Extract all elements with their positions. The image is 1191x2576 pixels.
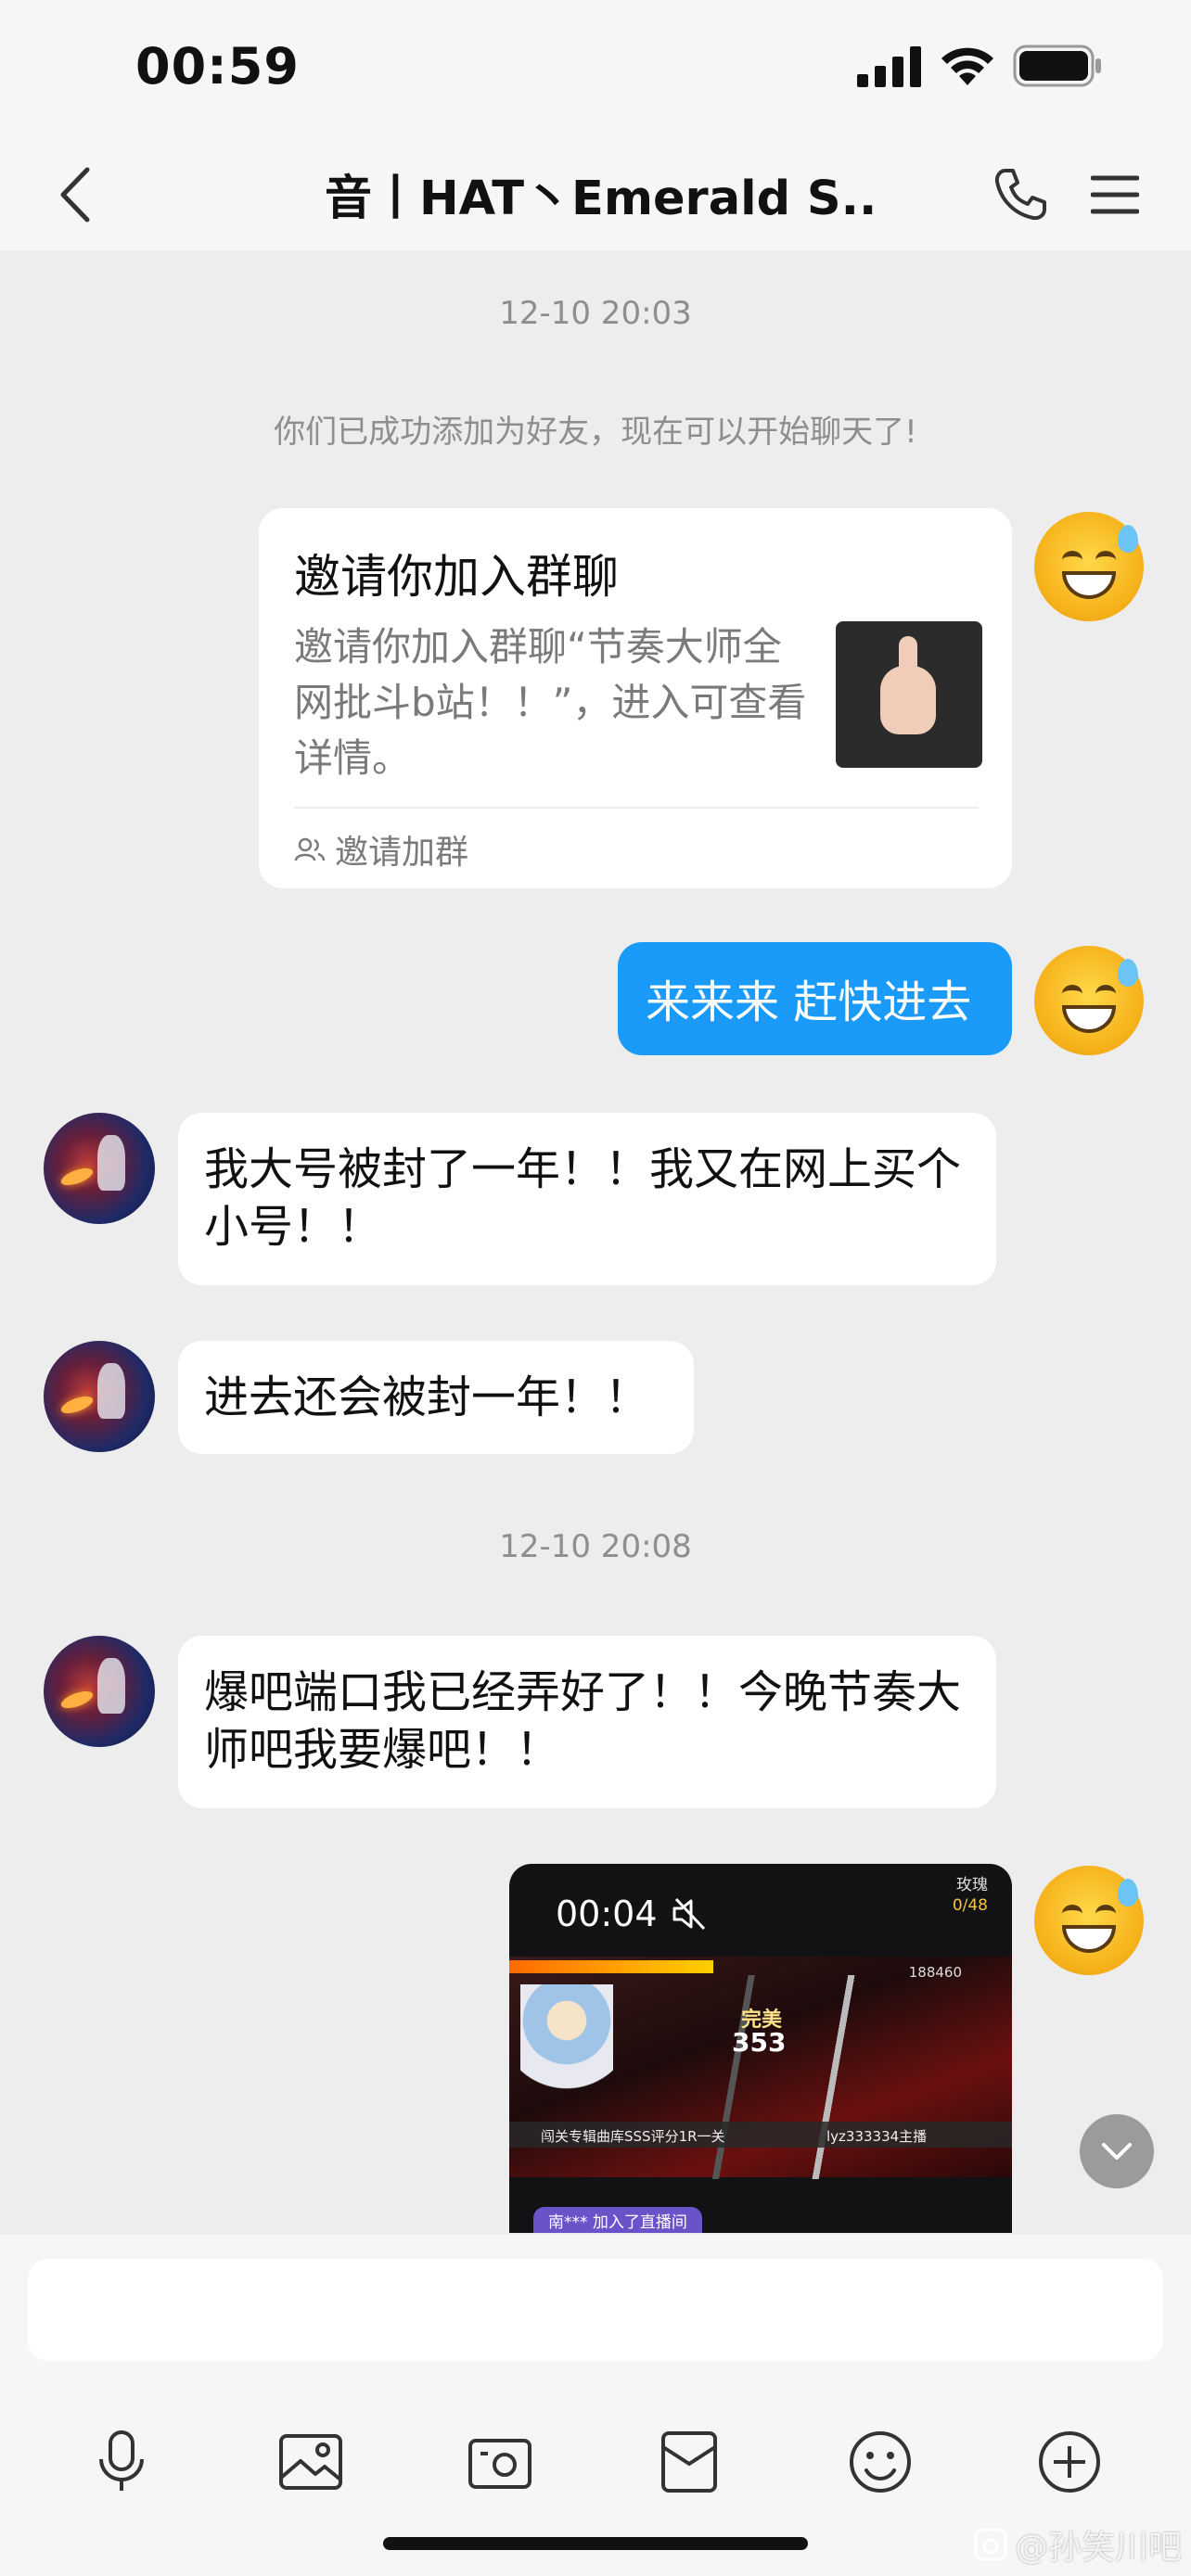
avatar-sweat (1118, 1879, 1138, 1906)
status-icons (857, 45, 1102, 87)
invite-footer: 邀请加群 (294, 825, 468, 874)
menu-button[interactable] (1078, 158, 1152, 232)
muted-speaker-icon[interactable] (671, 1897, 708, 1931)
watermark: @孙笑川吧 (974, 2520, 1182, 2569)
avatar-mouth (1062, 1925, 1116, 1953)
video-banner-left: 闯关专辑曲库SSS评分1R一关 (541, 2128, 725, 2145)
battery-icon (1013, 45, 1101, 87)
my-avatar[interactable] (1034, 946, 1144, 1055)
video-rose-counter: 玫瑰 0/48 (953, 1875, 988, 1916)
contact-avatar[interactable] (44, 1113, 155, 1224)
message-bubble-received[interactable]: 进去还会被封一年！！ (178, 1341, 694, 1454)
video-duration-row: 00:04 (556, 1894, 708, 1934)
avatar-mouth (1062, 571, 1116, 599)
microphone-icon (99, 2430, 144, 2491)
plus-circle-icon (1039, 2431, 1100, 2493)
watermark-text: @孙笑川吧 (1015, 2529, 1183, 2567)
avatar-flash (58, 1688, 96, 1712)
group-invite-card[interactable]: 邀请你加入群聊 邀请你加入群聊“节奏大师全网批斗b站！！”，进入可查看详情。 邀… (259, 508, 1012, 888)
video-banner-right: lyz333334主播 (826, 2128, 928, 2145)
scroll-to-bottom-button[interactable] (1080, 2114, 1154, 2188)
chat-header: 音丨HAT丶Emerald S... (0, 139, 1191, 250)
avatar-eye (1062, 1905, 1082, 1923)
avatar-sweat (1118, 959, 1138, 987)
image-icon (279, 2434, 342, 2490)
avatar-eye (1095, 551, 1116, 569)
video-combo: 353 (732, 2027, 787, 2058)
wifi-icon (941, 47, 993, 85)
chat-title: 音丨HAT丶Emerald S... (325, 172, 881, 226)
thumbnail-hand (880, 666, 936, 734)
emoji-button[interactable] (839, 2420, 922, 2504)
my-avatar[interactable] (1034, 1866, 1144, 1975)
timestamp: 12-10 20:08 (499, 1528, 692, 1565)
contact-avatar[interactable] (44, 1636, 155, 1747)
video-rose-label: 玫瑰 (956, 1876, 988, 1894)
status-time: 00:59 (135, 37, 300, 96)
contact-avatar[interactable] (44, 1341, 155, 1452)
video-rose-count: 0/48 (952, 1896, 988, 1915)
voice-button[interactable] (80, 2420, 163, 2504)
camera-button[interactable] (458, 2420, 542, 2504)
video-character (520, 1984, 613, 2105)
my-avatar[interactable] (1034, 512, 1144, 621)
smiley-icon (850, 2431, 911, 2493)
divider (294, 807, 979, 809)
status-bar: 00:59 (0, 0, 1191, 139)
avatar-figure (97, 1135, 125, 1191)
message-bubble-received[interactable]: 我大号被封了一年！！我又在网上买个小号！！ (178, 1113, 996, 1285)
back-button[interactable] (37, 158, 111, 232)
red-packet-button[interactable] (647, 2420, 731, 2504)
photo-button[interactable] (269, 2420, 352, 2504)
phone-icon (994, 169, 1046, 221)
input-toolbar (0, 2420, 1191, 2513)
home-indicator[interactable] (383, 2537, 808, 2550)
avatar-figure (97, 1363, 125, 1419)
group-icon (294, 837, 326, 861)
avatar-eye (1095, 1905, 1116, 1923)
avatar-sweat (1118, 525, 1138, 553)
invite-footer-label: 邀请加群 (335, 834, 469, 872)
menu-icon (1091, 175, 1139, 214)
invite-description: 邀请你加入群聊“节奏大师全网批斗b站！！”，进入可查看详情。 (294, 624, 807, 781)
cellular-signal-icon (857, 46, 921, 87)
chevron-left-icon (60, 167, 90, 223)
system-message: 你们已成功添加为好友，现在可以开始聊天了! (274, 414, 917, 451)
red-packet-icon (661, 2431, 717, 2493)
timestamp: 12-10 20:03 (499, 295, 692, 332)
call-button[interactable] (983, 158, 1057, 232)
weibo-icon (974, 2528, 1007, 2561)
video-frame: 188460 完美 353 闯关专辑曲库SSS评分1R一关 lyz333334主… (509, 1957, 1012, 2179)
video-message[interactable]: 00:04 玫瑰 0/48 188460 完美 353 闯关专辑曲库SSS评分1… (509, 1864, 1012, 2233)
more-button[interactable] (1028, 2420, 1111, 2504)
avatar-flash (58, 1393, 96, 1417)
video-duration: 00:04 (556, 1894, 658, 1934)
video-ticker: 南*** 加入了直播间 (533, 2207, 702, 2233)
avatar-eye (1095, 985, 1116, 1003)
camera-icon (468, 2439, 531, 2489)
video-lanes (648, 1975, 945, 2179)
message-bubble-received[interactable]: 爆吧端口我已经弄好了！！今晚节奏大师吧我要爆吧！！ (178, 1636, 996, 1808)
avatar-eye (1062, 985, 1082, 1003)
video-banner: 闯关专辑曲库SSS评分1R一关 lyz333334主播 (509, 2122, 1012, 2148)
chevron-down-icon (1102, 2143, 1132, 2160)
invite-thumbnail (836, 621, 982, 768)
avatar-flash (58, 1165, 96, 1189)
avatar-figure (97, 1658, 125, 1714)
video-hp-bar (509, 1960, 713, 1973)
invite-title: 邀请你加入群聊 (294, 550, 619, 604)
message-input[interactable] (28, 2259, 1163, 2361)
avatar-mouth (1062, 1005, 1116, 1033)
avatar-eye (1062, 551, 1082, 569)
message-bubble-sent[interactable]: 来来来 赶快进去 (618, 942, 1012, 1055)
